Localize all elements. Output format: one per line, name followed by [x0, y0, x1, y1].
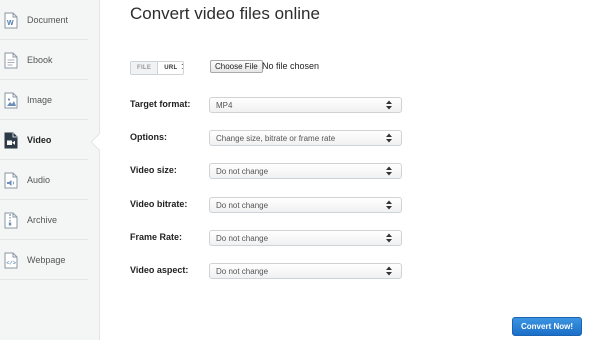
- sidebar-item-label: Ebook: [27, 55, 53, 65]
- select-arrows-icon: [386, 133, 392, 143]
- target-format-label: Target format:: [130, 99, 191, 109]
- sidebar-item-ebook[interactable]: Ebook: [0, 40, 88, 80]
- webpage-icon: </>: [4, 252, 18, 269]
- sidebar: W Document Ebook Image Video Audio Archi…: [0, 0, 108, 340]
- sidebar-item-audio[interactable]: Audio: [0, 160, 88, 200]
- video-aspect-select[interactable]: Do not change: [209, 263, 402, 279]
- ebook-icon: [4, 52, 18, 69]
- video-size-select[interactable]: Do not change: [209, 163, 402, 179]
- svg-text:</>: </>: [6, 260, 17, 267]
- video-aspect-label: Video aspect:: [130, 265, 189, 275]
- source-toggle: FILE URL: [130, 61, 185, 75]
- sidebar-item-document[interactable]: W Document: [0, 0, 88, 40]
- choose-file-button[interactable]: Choose File: [210, 60, 263, 73]
- toggle-file-option[interactable]: FILE: [131, 62, 159, 74]
- archive-icon: [4, 212, 18, 229]
- video-bitrate-label: Video bitrate:: [130, 199, 188, 209]
- select-value: Do not change: [216, 167, 269, 176]
- video-bitrate-select[interactable]: Do not change: [209, 197, 402, 213]
- sidebar-item-label: Video: [27, 135, 52, 145]
- select-value: MP4: [216, 101, 233, 110]
- options-label: Options:: [130, 132, 167, 142]
- select-arrows-icon: [386, 233, 392, 243]
- target-format-select[interactable]: MP4: [209, 97, 402, 113]
- image-icon: [4, 92, 18, 109]
- select-arrows-icon: [386, 200, 392, 210]
- select-value: Change size, bitrate or frame rate: [216, 134, 336, 143]
- sidebar-item-label: Image: [27, 95, 53, 105]
- page-title: Convert video files online: [130, 4, 320, 23]
- frame-rate-label: Frame Rate:: [130, 232, 183, 242]
- frame-rate-select[interactable]: Do not change: [209, 230, 402, 246]
- video-icon: [4, 132, 18, 149]
- sidebar-item-archive[interactable]: Archive: [0, 200, 88, 240]
- audio-icon: [4, 172, 18, 189]
- options-select[interactable]: Change size, bitrate or frame rate: [209, 130, 402, 146]
- active-indicator: [90, 133, 108, 151]
- select-value: Do not change: [216, 234, 269, 243]
- sidebar-item-image[interactable]: Image: [0, 80, 88, 120]
- select-arrows-icon: [386, 100, 392, 110]
- select-value: Do not change: [216, 201, 269, 210]
- convert-now-button[interactable]: Convert Now!: [512, 317, 582, 336]
- sidebar-item-label: Webpage: [27, 255, 66, 265]
- select-arrows-icon: [386, 166, 392, 176]
- video-size-label: Video size:: [130, 165, 177, 175]
- file-status: No file chosen: [262, 61, 320, 71]
- sidebar-item-video[interactable]: Video: [0, 120, 88, 160]
- sidebar-item-webpage[interactable]: </> Webpage: [0, 240, 88, 280]
- sidebar-item-label: Audio: [27, 175, 51, 185]
- document-icon: W: [4, 12, 18, 29]
- svg-text:W: W: [7, 20, 14, 27]
- select-arrows-icon: [386, 266, 392, 276]
- select-value: Do not change: [216, 267, 269, 276]
- sidebar-item-label: Archive: [27, 215, 58, 225]
- toggle-colon: :: [181, 61, 184, 71]
- sidebar-item-label: Document: [27, 15, 69, 25]
- toggle-url-option[interactable]: URL: [158, 62, 184, 74]
